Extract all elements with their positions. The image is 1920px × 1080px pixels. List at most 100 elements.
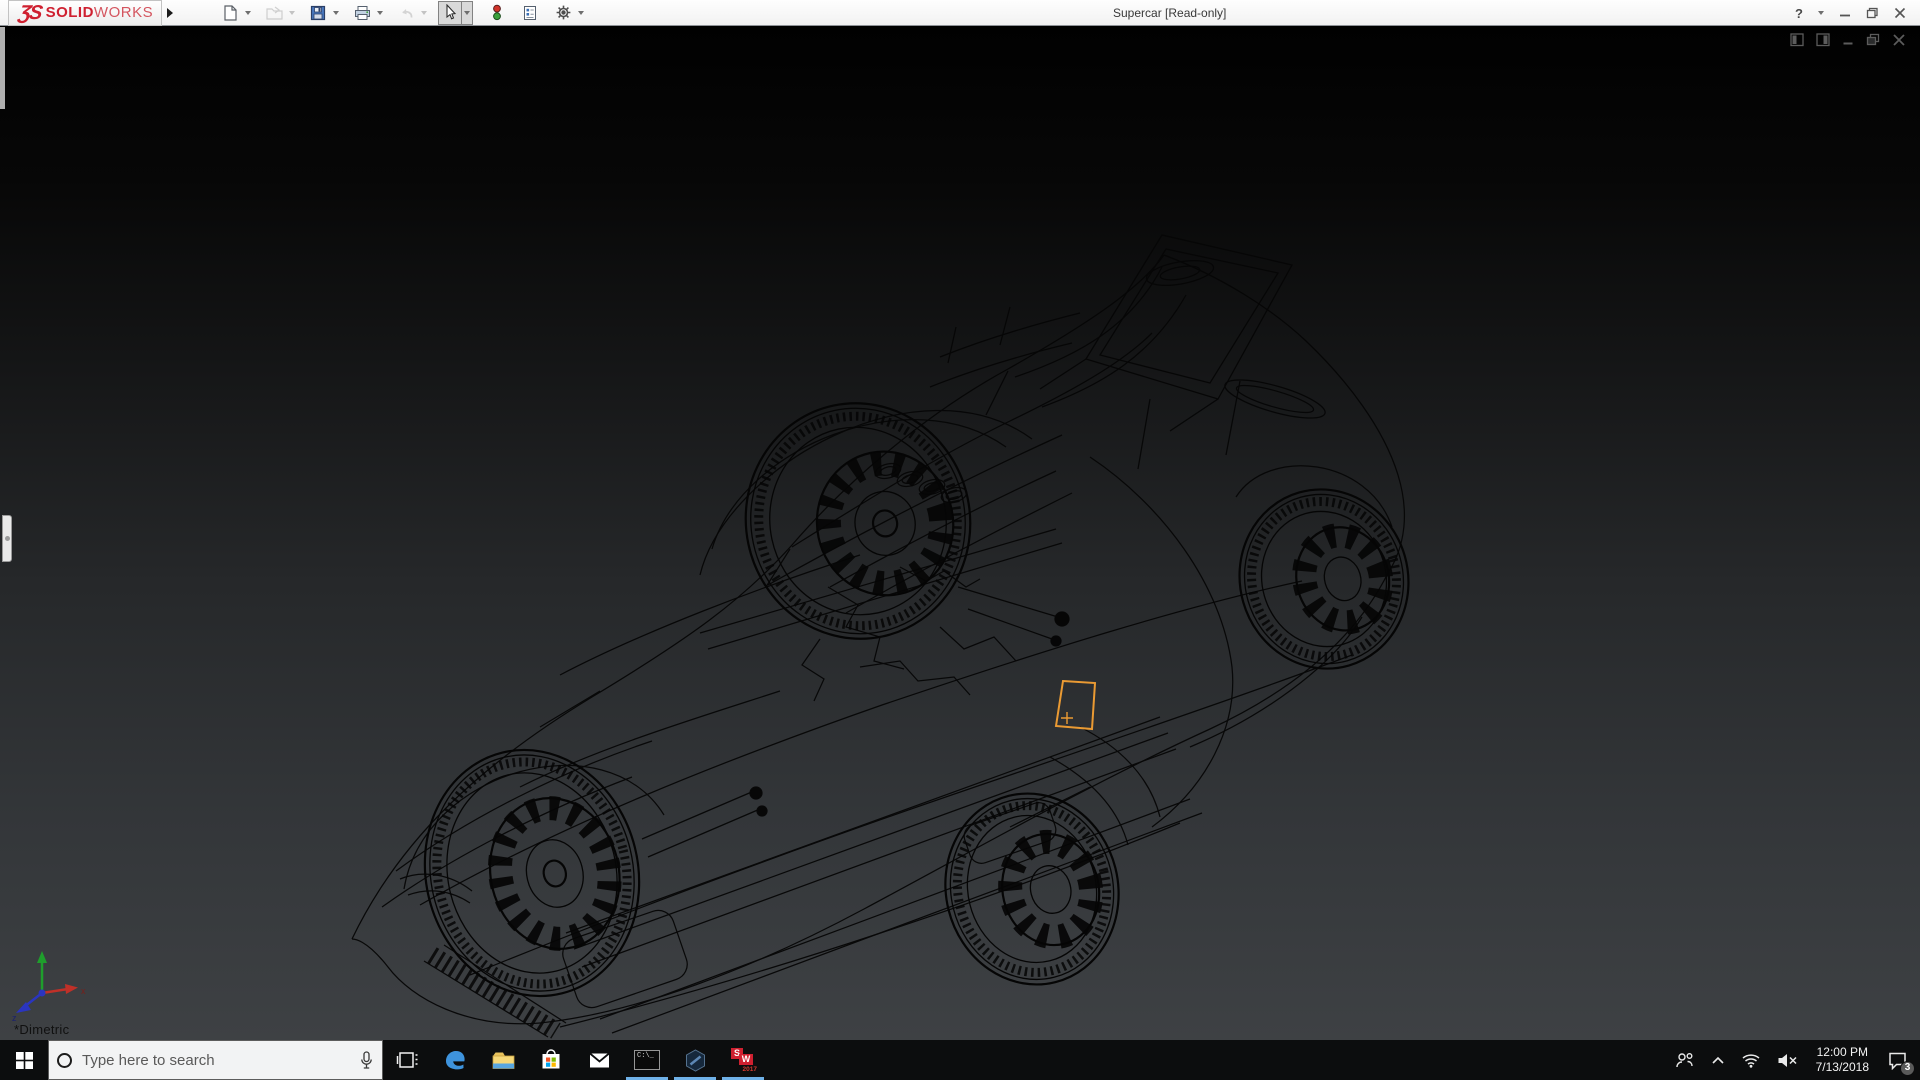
open-button bbox=[262, 1, 286, 25]
feature-panel-tab[interactable] bbox=[2, 515, 12, 562]
taskbar-search[interactable] bbox=[48, 1040, 383, 1080]
volume-button[interactable] bbox=[1771, 1040, 1804, 1080]
hexagon-app-icon bbox=[683, 1048, 708, 1073]
sw-letter-w: W bbox=[739, 1054, 753, 1065]
panel-tab-dot-icon bbox=[5, 536, 10, 541]
new-document-icon bbox=[222, 5, 238, 21]
print-dropdown[interactable] bbox=[374, 1, 385, 25]
flyout-triangle-icon bbox=[167, 8, 173, 18]
orientation-triad: x z bbox=[6, 945, 92, 1023]
save-dropdown[interactable] bbox=[330, 1, 341, 25]
taskbar-app-store[interactable] bbox=[527, 1040, 575, 1080]
taskbar-app-solidworks[interactable]: S W 2017 bbox=[719, 1040, 767, 1080]
microphone-icon[interactable] bbox=[359, 1050, 374, 1071]
select-tool-dropdown[interactable] bbox=[462, 1, 473, 25]
clock-date: 7/13/2018 bbox=[1816, 1060, 1869, 1075]
window-controls: ? bbox=[1791, 0, 1910, 26]
feature-panel-remnant bbox=[0, 27, 5, 109]
chevron-down-icon bbox=[1818, 11, 1824, 15]
store-icon bbox=[539, 1049, 563, 1072]
open-folder-icon bbox=[266, 5, 283, 21]
chevron-down-icon bbox=[289, 11, 295, 15]
close-button[interactable] bbox=[1890, 0, 1910, 26]
show-pane-left-icon[interactable] bbox=[1790, 33, 1805, 47]
select-cursor-icon bbox=[442, 4, 458, 21]
taskbar-app-mail[interactable] bbox=[575, 1040, 623, 1080]
graphics-area[interactable]: x z *Dimetric bbox=[0, 27, 1920, 1040]
print-button[interactable] bbox=[350, 1, 374, 25]
command-prompt-text: C:\_ bbox=[637, 1052, 654, 1060]
chevron-up-icon bbox=[1711, 1055, 1725, 1065]
taskbar-app-file-explorer[interactable] bbox=[479, 1040, 527, 1080]
command-prompt-icon: C:\_ bbox=[634, 1050, 660, 1070]
save-button[interactable] bbox=[306, 1, 330, 25]
save-floppy-icon bbox=[310, 5, 326, 21]
people-button[interactable] bbox=[1669, 1040, 1701, 1080]
view-orientation-label: *Dimetric bbox=[14, 1022, 69, 1037]
selection-filters-button[interactable] bbox=[485, 1, 509, 25]
search-input[interactable] bbox=[82, 1052, 349, 1069]
restore-icon bbox=[1866, 7, 1879, 19]
taskbar-app-edge[interactable] bbox=[431, 1040, 479, 1080]
show-pane-right-icon[interactable] bbox=[1816, 33, 1831, 47]
task-view-icon bbox=[396, 1050, 418, 1070]
doc-restore-icon[interactable] bbox=[1866, 33, 1881, 47]
restore-button[interactable] bbox=[1862, 0, 1883, 26]
cortana-icon bbox=[57, 1053, 72, 1068]
action-center-button[interactable]: 3 bbox=[1881, 1040, 1914, 1080]
network-button[interactable] bbox=[1735, 1040, 1767, 1080]
options-button[interactable] bbox=[551, 1, 575, 25]
chevron-down-icon bbox=[421, 11, 427, 15]
taskbar-app-hexagon[interactable] bbox=[671, 1040, 719, 1080]
close-icon bbox=[1894, 7, 1906, 19]
document-window-controls bbox=[1790, 33, 1906, 47]
window-title: Supercar [Read-only] bbox=[1113, 0, 1226, 26]
file-explorer-icon bbox=[491, 1050, 516, 1071]
new-document-button[interactable] bbox=[218, 1, 242, 25]
task-view-button[interactable] bbox=[383, 1040, 431, 1080]
traffic-light-icon bbox=[489, 4, 505, 21]
minimize-button[interactable] bbox=[1835, 0, 1855, 26]
solidworks-menu-button[interactable]: ƷS SOLIDWORKS bbox=[8, 0, 162, 26]
undo-dropdown bbox=[418, 1, 429, 25]
help-dropdown[interactable] bbox=[1814, 0, 1828, 26]
taskbar-app-command-prompt[interactable]: C:\_ bbox=[623, 1040, 671, 1080]
clock-time: 12:00 PM bbox=[1817, 1045, 1868, 1060]
print-icon bbox=[354, 5, 371, 21]
chevron-down-icon bbox=[377, 11, 383, 15]
options-dropdown[interactable] bbox=[575, 1, 586, 25]
quick-access-toolbar bbox=[218, 0, 595, 26]
people-icon bbox=[1675, 1051, 1695, 1069]
gear-icon bbox=[555, 4, 572, 21]
solidworks-2017-icon: S W 2017 bbox=[730, 1047, 756, 1073]
help-button[interactable]: ? bbox=[1791, 0, 1807, 26]
menu-flyout-button[interactable] bbox=[162, 0, 178, 26]
doc-close-icon[interactable] bbox=[1892, 33, 1906, 47]
clock[interactable]: 12:00 PM 7/13/2018 bbox=[1808, 1045, 1877, 1075]
system-tray: 12:00 PM 7/13/2018 3 bbox=[1669, 1040, 1920, 1080]
wifi-icon bbox=[1741, 1052, 1761, 1068]
undo-button bbox=[394, 1, 418, 25]
select-tool-button[interactable] bbox=[438, 1, 462, 25]
new-document-dropdown[interactable] bbox=[242, 1, 253, 25]
car-wireframe-model bbox=[0, 27, 1920, 1040]
doc-minimize-icon[interactable] bbox=[1842, 33, 1855, 47]
wheel-front-left bbox=[399, 727, 665, 1019]
taskbar-spacer bbox=[767, 1040, 1669, 1080]
solidworks-logo-bold: SOLID bbox=[46, 4, 94, 21]
mail-icon bbox=[587, 1051, 612, 1070]
show-hidden-icons-button[interactable] bbox=[1705, 1040, 1731, 1080]
triad-x-label: x bbox=[81, 986, 86, 996]
notification-badge: 3 bbox=[1900, 1061, 1915, 1076]
solidworks-logo-light: WORKS bbox=[94, 4, 153, 21]
file-properties-button[interactable] bbox=[518, 1, 542, 25]
solidworks-logo-glyph: ƷS bbox=[17, 1, 43, 25]
chevron-down-icon bbox=[245, 11, 251, 15]
desktop: { "titlebar": { "brand": { "glyph": "ƷS"… bbox=[0, 0, 1920, 1080]
sw-year: 2017 bbox=[743, 1066, 757, 1073]
file-properties-icon bbox=[522, 5, 538, 21]
start-button[interactable] bbox=[0, 1040, 48, 1080]
chevron-down-icon bbox=[333, 11, 339, 15]
help-label: ? bbox=[1795, 6, 1803, 21]
selection-box bbox=[1056, 681, 1095, 729]
